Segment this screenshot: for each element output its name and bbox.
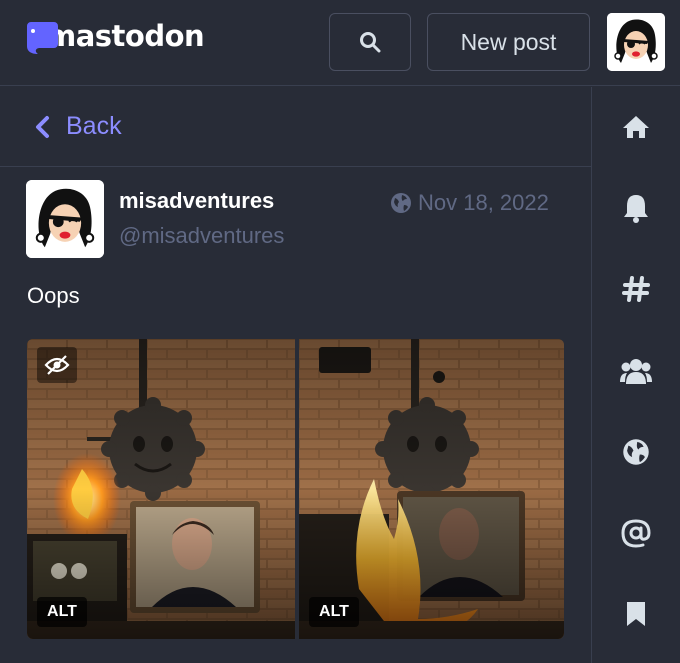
status-date: Nov 18, 2022 [418,190,549,215]
user-avatar-image [607,13,665,71]
chevron-left-icon [36,115,49,138]
mastodon-logo[interactable]: mastodon [24,18,205,60]
logo-wordmark: mastodon [46,19,205,53]
bookmark-icon[interactable] [620,598,652,630]
status-content: Oops [27,283,80,308]
back-label: Back [66,112,122,140]
search-icon [360,32,381,53]
globe-icon[interactable] [620,436,652,468]
alt-badge[interactable]: ALT [37,597,87,627]
globe-icon [391,193,411,213]
status-avatar[interactable] [26,180,104,258]
mastodon-logo-icon [27,22,58,54]
hide-media-button[interactable] [37,347,77,383]
navigation-rail [591,87,680,663]
media-attachment-1[interactable]: ALT [27,339,295,639]
status-avatar-image [26,180,104,258]
back-button[interactable]: Back [0,87,591,167]
search-button[interactable] [329,13,411,71]
home-icon[interactable] [620,111,652,143]
main-column: Back misadventures @misadventures Nov 18… [0,87,591,663]
account-handle[interactable]: @misadventures [119,223,284,249]
alt-badge[interactable]: ALT [309,597,359,627]
at-icon[interactable] [620,517,652,549]
avatar[interactable] [607,13,665,71]
new-post-button[interactable]: New post [427,13,590,71]
top-bar: mastodon New post [0,0,680,86]
media-attachment-2[interactable]: ALT [299,339,564,639]
people-icon[interactable] [620,355,652,387]
media-image-2 [299,339,564,639]
display-name[interactable]: misadventures [119,188,274,214]
status-timestamp[interactable]: Nov 18, 2022 [390,190,549,216]
hashtag-icon[interactable] [620,273,652,305]
media-image-1 [27,339,295,639]
bell-icon[interactable] [620,192,652,224]
eye-slash-icon [44,355,70,375]
